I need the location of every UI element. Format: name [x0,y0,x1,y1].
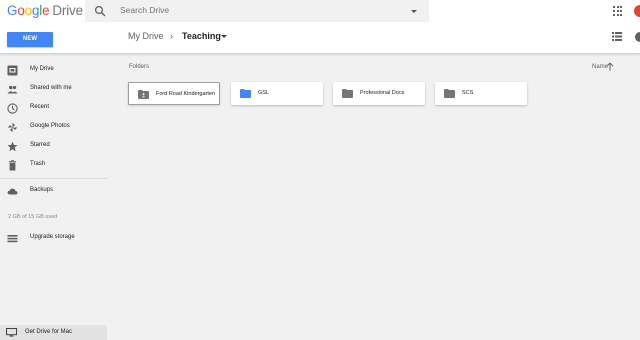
sort-arrow-up-icon[interactable] [606,62,614,71]
sidebar-item-label: Shared with me [30,85,72,91]
people-icon [7,85,18,94]
sidebar-item-recent[interactable]: Recent [0,99,107,118]
new-button[interactable]: NEW [7,32,53,47]
folder-icon [240,89,251,98]
cloud-icon [7,188,18,195]
pinwheel-icon [7,122,18,133]
star-icon [7,141,18,152]
sidebar-item-label: Starred [30,142,50,148]
sidebar-item-label: Google Photos [30,123,70,129]
notifications-icon[interactable] [634,5,640,17]
folder-icon [444,89,455,98]
storage-usage-text: 2 GB of 15 GB used [8,214,58,220]
folder-name: SCS [462,90,474,96]
search-box[interactable]: Search Drive [85,0,429,22]
folder-name: GSL [258,90,270,96]
action-bar: NEW My Drive › Teaching [0,22,640,54]
get-drive-banner[interactable]: Get Drive for Mac [0,325,107,340]
search-placeholder[interactable]: Search Drive [120,5,169,15]
folder-card[interactable]: GSL [231,82,323,105]
shared-folder-icon [138,90,149,99]
get-drive-label: Get Drive for Mac [25,329,73,335]
sidebar-item-starred[interactable]: Starred [0,137,107,156]
breadcrumb-my-drive[interactable]: My Drive [128,31,164,41]
sidebar-item-my-drive[interactable]: My Drive [0,61,107,80]
folder-icon [342,89,353,98]
sidebar-item-label: Recent [30,104,50,110]
sidebar: My Drive Shared with me Recent Google Ph… [0,54,107,340]
search-options-icon[interactable] [411,10,417,13]
google-drive-logo[interactable]: Google Drive [7,3,83,18]
logo-product-text: Drive [52,3,83,18]
apps-grid-icon[interactable] [613,6,623,16]
sidebar-item-label: My Drive [30,66,54,72]
clock-icon [7,103,18,114]
list-view-icon[interactable] [612,32,622,41]
storage-bars-icon [7,235,18,243]
folder-card[interactable]: Professional Docs [333,82,425,105]
sidebar-divider [0,178,107,179]
folders-section-heading: Folders [129,64,150,70]
monitor-icon [6,328,17,337]
details-info-icon[interactable] [635,32,640,42]
logo-google-text: Google [7,3,50,18]
folder-card[interactable]: Ford Road Kindergarten [128,82,220,105]
upgrade-storage-label: Upgrade storage [30,234,75,240]
sidebar-item-google-photos[interactable]: Google Photos [0,118,107,137]
sidebar-item-trash[interactable]: Trash [0,156,107,175]
search-icon [94,5,106,17]
folder-name: Ford Road Kindergarten [156,91,216,97]
trash-icon [9,160,16,171]
top-bar: Google Drive Search Drive [0,0,640,22]
folder-name: Professional Docs [360,90,405,96]
folder-menu-chevron-down-icon[interactable] [221,35,227,38]
breadcrumb-current-folder[interactable]: Teaching [182,31,221,41]
folder-card[interactable]: SCS [435,82,527,105]
my-drive-icon [7,65,18,76]
sidebar-item-label: Trash [30,161,46,167]
upgrade-storage-link[interactable]: Upgrade storage [0,229,107,248]
sidebar-item-label: Backups [30,187,54,193]
breadcrumb-separator: › [170,31,173,41]
sidebar-item-backups[interactable]: Backups [0,182,107,201]
sidebar-item-shared-with-me[interactable]: Shared with me [0,80,107,99]
